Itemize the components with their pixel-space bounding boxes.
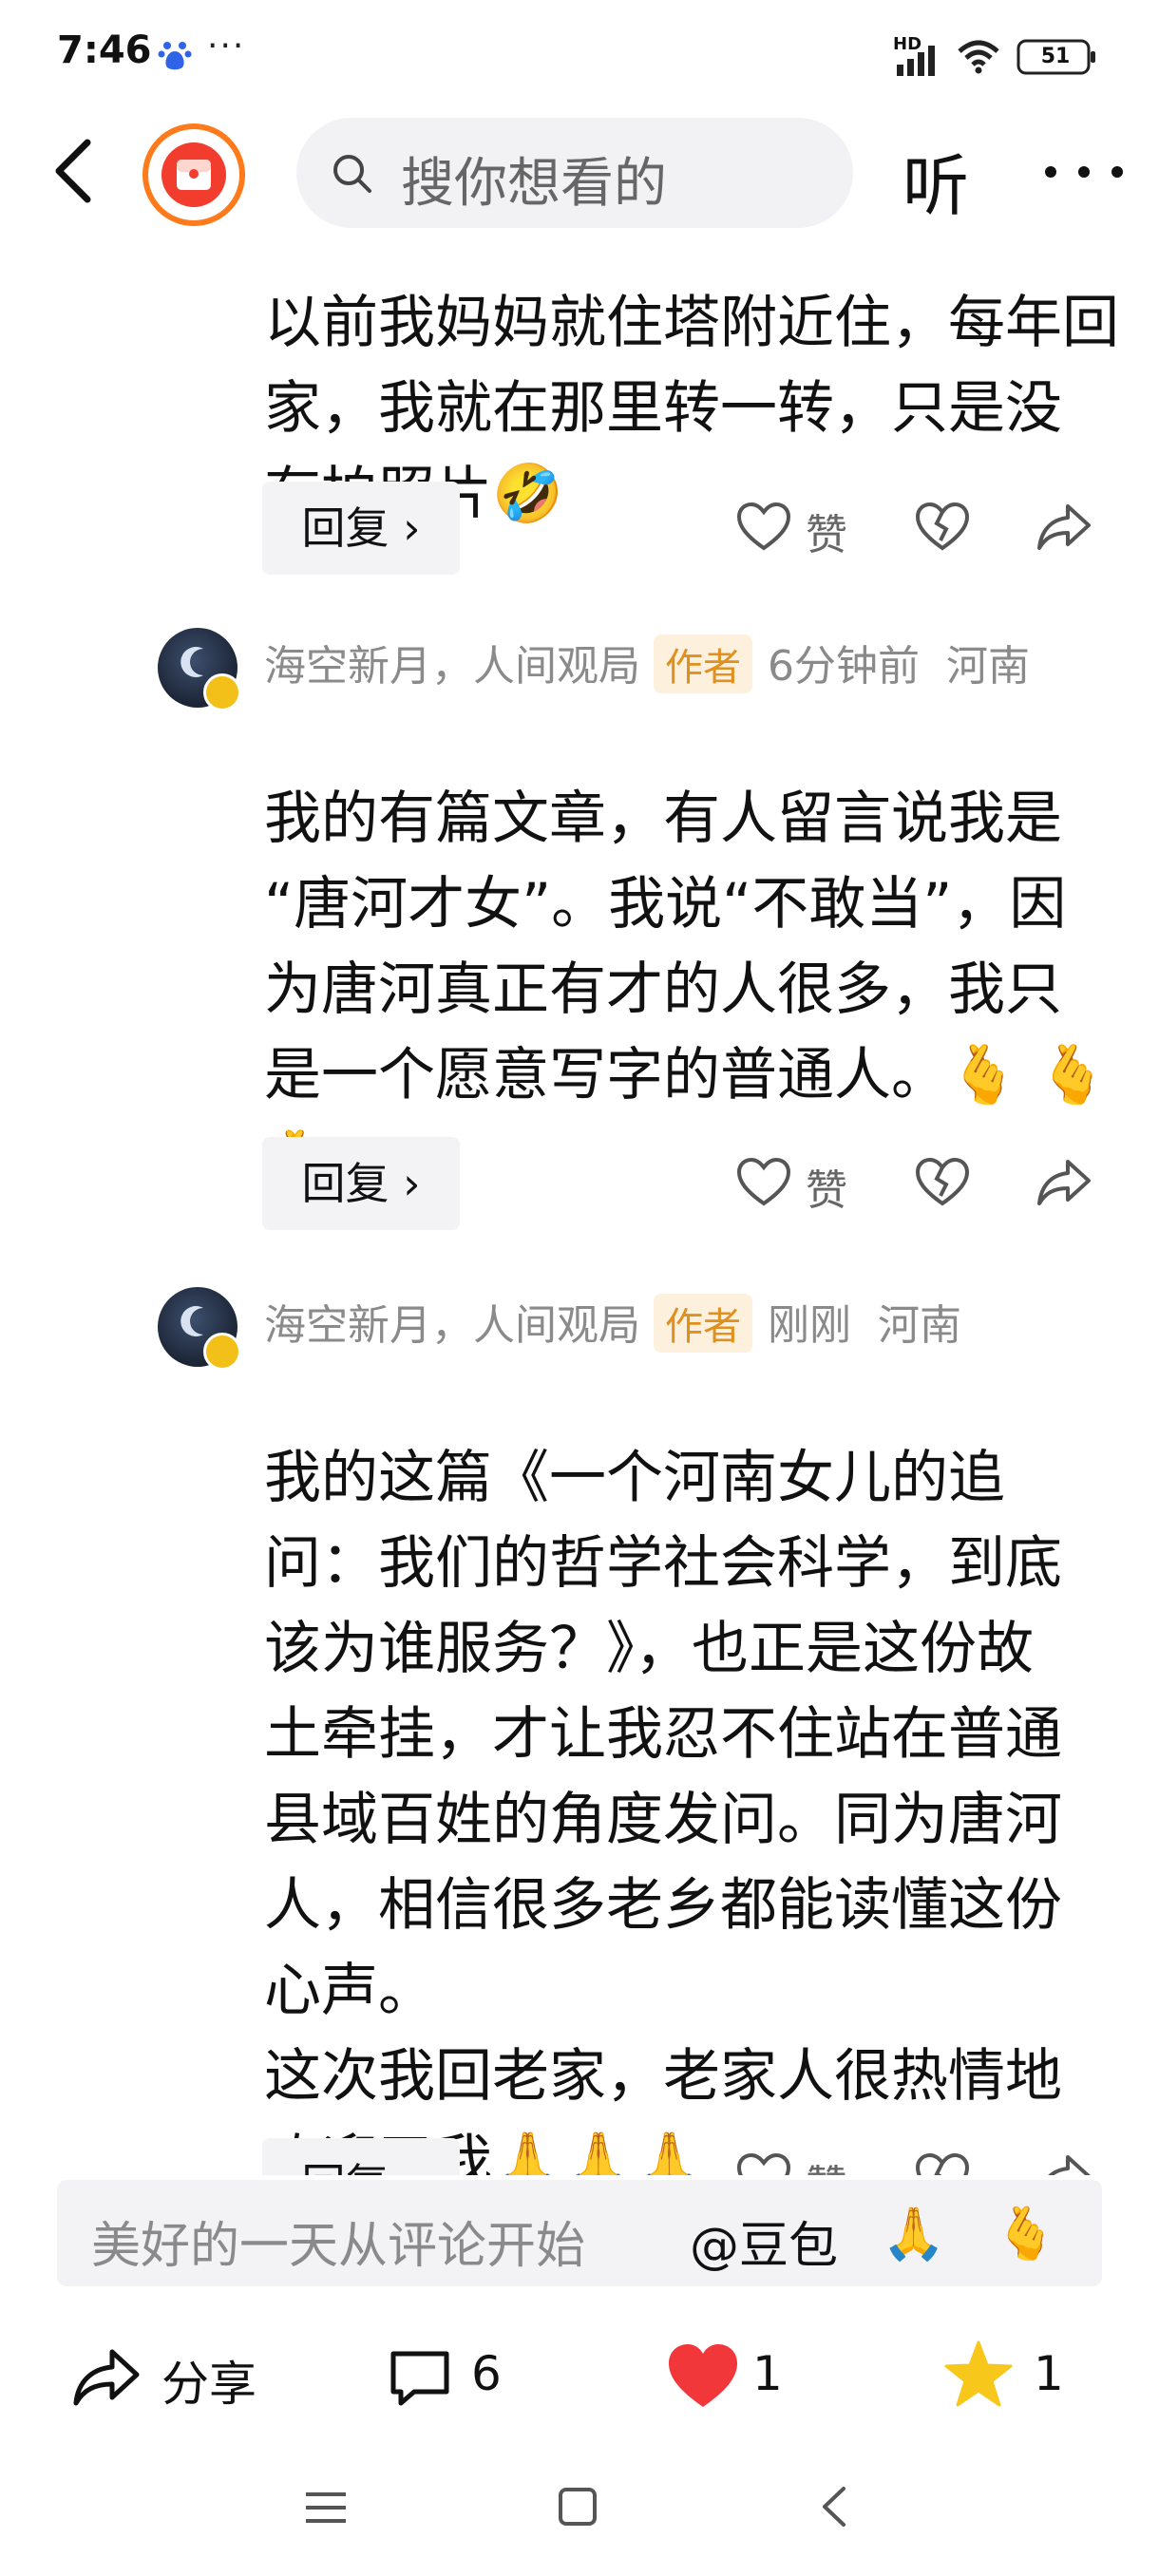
comment-input-placeholder[interactable]: 美好的一天从评论开始 [91, 2206, 585, 2277]
baidu-paw-icon [158, 42, 192, 70]
heart-outline-icon[interactable] [733, 497, 794, 558]
author-badge-icon [203, 673, 241, 711]
reply-button[interactable]: 回复 › [262, 482, 460, 575]
share-arrow-icon[interactable] [1034, 1152, 1094, 1213]
quick-emoji-heart-hand[interactable]: 🫰 [994, 2204, 1057, 2264]
star-filled-icon[interactable] [942, 2339, 1015, 2411]
share-icon[interactable] [70, 2344, 142, 2411]
comment-text: 我的这篇《一个河南女儿的追 问：我们的哲学社会科学，到底 该为谁服务？》，也正是… [264, 1350, 1119, 2175]
like-label[interactable]: 赞 [806, 1156, 847, 1217]
recent-apps-icon[interactable] [302, 2489, 350, 2527]
author-badge-icon [203, 1333, 241, 1371]
home-icon[interactable] [557, 2486, 598, 2528]
battery-level: 51 [1040, 45, 1071, 68]
heart-filled-icon[interactable] [665, 2340, 741, 2413]
comment-meta: 海空新月，人间观局 作者 刚刚 河南 [264, 1291, 961, 1353]
comment-icon[interactable] [386, 2346, 454, 2411]
comment-count: 6 [471, 2346, 502, 2401]
share-arrow-icon[interactable] [1034, 497, 1094, 558]
reply-button[interactable]: 回复 › [262, 1137, 460, 1230]
listen-button[interactable]: 听 [902, 133, 969, 229]
comment-item: 海空新月，人间观局 作者 刚刚 河南 我的这篇《一个河南女儿的追 问：我们的哲学社会… [0, 1272, 1159, 2175]
author-tag: 作者 [654, 635, 752, 693]
author-tag: 作者 [654, 1294, 752, 1353]
like-label[interactable]: 赞 [806, 2151, 847, 2175]
broken-heart-icon[interactable] [912, 2148, 973, 2175]
share-arrow-icon[interactable] [1034, 2148, 1094, 2175]
emoji: 🤣 [492, 461, 563, 527]
red-packet-icon [162, 142, 226, 207]
status-time: 7:46 [57, 28, 152, 72]
heart-outline-icon[interactable] [733, 1152, 794, 1213]
comment-time: 6分钟前 [768, 642, 920, 691]
status-more-icon: ··· [207, 27, 246, 66]
comment-author[interactable]: 海空新月，人间观局 [264, 642, 640, 691]
nav-back-icon[interactable] [815, 2483, 853, 2530]
share-label[interactable]: 分享 [162, 2346, 256, 2415]
broken-heart-icon[interactable] [912, 497, 973, 558]
search-placeholder[interactable]: 搜你想看的 [401, 141, 667, 218]
comment-text: 我的有篇文章，有人留言说我是 “唐河才女”。我说“不敢当”，因 为唐河真正有才的… [264, 691, 1119, 1203]
broken-heart-icon[interactable] [912, 1152, 973, 1213]
search-icon [333, 155, 371, 193]
comment-author[interactable]: 海空新月，人间观局 [264, 1301, 640, 1350]
comment-location: 河南 [877, 1301, 961, 1350]
comment-location: 河南 [945, 642, 1030, 691]
comment-item: 以前我妈妈就住塔附近住，每年回 家，我就在那里转一转，只是没 有拍照片🤣 回复 … [0, 233, 1159, 594]
comment-item: 海空新月，人间观局 作者 6分钟前 河南 我的有篇文章，有人留言说我是 “唐河才女”… [0, 613, 1159, 1259]
signal-icon [897, 46, 935, 76]
comment-list: 以前我妈妈就住塔附近住，每年回 家，我就在那里转一转，只是没 有拍照片🤣 回复 … [0, 233, 1159, 2175]
emoji: 🙏🙏🙏 [492, 2129, 706, 2175]
like-count: 1 [752, 2346, 783, 2401]
comment-time: 刚刚 [768, 1301, 851, 1350]
back-button[interactable] [38, 123, 114, 218]
status-bar: 7:46 ··· HD 51 [0, 0, 1159, 104]
star-count: 1 [1034, 2346, 1064, 2401]
heart-outline-icon[interactable] [733, 2148, 794, 2175]
like-label[interactable]: 赞 [806, 501, 847, 561]
more-options-icon[interactable] [1032, 139, 1136, 205]
quick-emoji-pray[interactable]: 🙏 [882, 2204, 945, 2264]
wifi-icon [958, 40, 999, 74]
mention-doubao-button[interactable]: @豆包 [690, 2206, 838, 2277]
comment-meta: 海空新月，人间观局 作者 6分钟前 河南 [264, 632, 1030, 693]
reply-button[interactable]: 回复 › [262, 2138, 460, 2175]
author-avatar-top[interactable] [142, 123, 245, 226]
